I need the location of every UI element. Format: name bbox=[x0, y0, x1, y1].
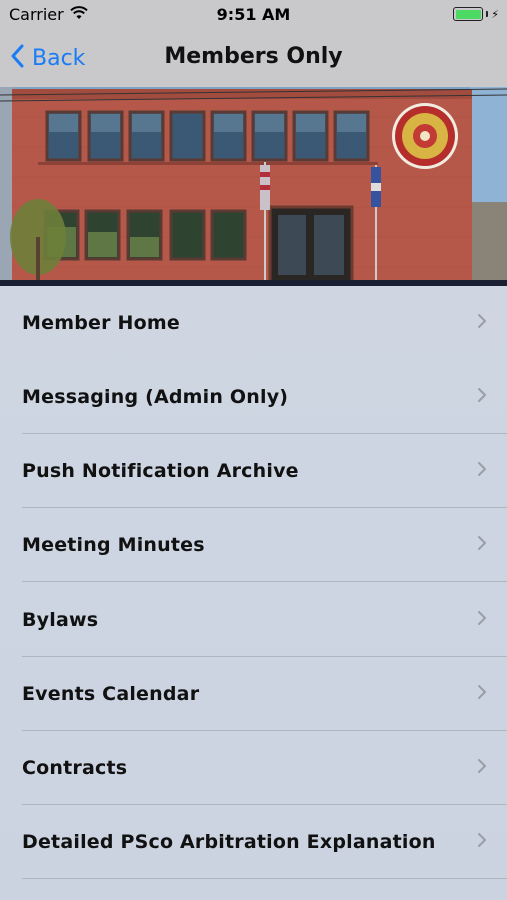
chevron-right-icon bbox=[477, 832, 487, 852]
page-title: Members Only bbox=[164, 44, 343, 69]
status-right: ⚡ bbox=[453, 7, 499, 21]
status-time: 9:51 AM bbox=[216, 5, 291, 24]
menu-item-messaging[interactable]: Messaging (Admin Only) bbox=[0, 360, 507, 434]
menu-item-contracts[interactable]: Contracts bbox=[0, 731, 507, 805]
chevron-right-icon bbox=[477, 535, 487, 555]
chevron-right-icon bbox=[477, 610, 487, 630]
menu-item-label: Meeting Minutes bbox=[22, 534, 205, 556]
chevron-right-icon bbox=[477, 461, 487, 481]
menu-item-psco-arbitration[interactable]: Detailed PSco Arbitration Explanation bbox=[0, 805, 507, 879]
menu-item-label: Contracts bbox=[22, 757, 128, 779]
chevron-right-icon bbox=[477, 758, 487, 778]
chevron-right-icon bbox=[477, 684, 487, 704]
menu-item-events-calendar[interactable]: Events Calendar bbox=[0, 657, 507, 731]
status-bar: Carrier 9:51 AM ⚡ bbox=[0, 0, 507, 30]
chevron-right-icon bbox=[477, 313, 487, 333]
members-menu: Member Home Messaging (Admin Only) Push … bbox=[0, 286, 507, 900]
chevron-right-icon bbox=[477, 387, 487, 407]
menu-item-push-notification-archive[interactable]: Push Notification Archive bbox=[0, 434, 507, 508]
battery-icon bbox=[453, 7, 484, 21]
menu-item-label: Detailed PSco Arbitration Explanation bbox=[22, 831, 436, 853]
menu-item-label: Events Calendar bbox=[22, 683, 200, 705]
menu-item-member-home[interactable]: Member Home bbox=[0, 286, 507, 360]
battery-level bbox=[455, 9, 481, 19]
row-separator bbox=[22, 581, 507, 582]
charging-bolt-icon: ⚡ bbox=[491, 7, 499, 21]
menu-item-meeting-minutes[interactable]: Meeting Minutes bbox=[0, 508, 507, 582]
menu-item-label: Push Notification Archive bbox=[22, 460, 299, 482]
menu-item-label: Bylaws bbox=[22, 609, 99, 631]
building-photo bbox=[0, 87, 507, 284]
row-separator bbox=[22, 878, 507, 879]
navigation-bar: Back Members Only bbox=[0, 30, 507, 87]
menu-item-bylaws[interactable]: Bylaws bbox=[0, 583, 507, 657]
battery-cap bbox=[486, 11, 489, 17]
menu-item-label: Member Home bbox=[22, 312, 180, 334]
menu-item-label: Messaging (Admin Only) bbox=[22, 386, 289, 408]
